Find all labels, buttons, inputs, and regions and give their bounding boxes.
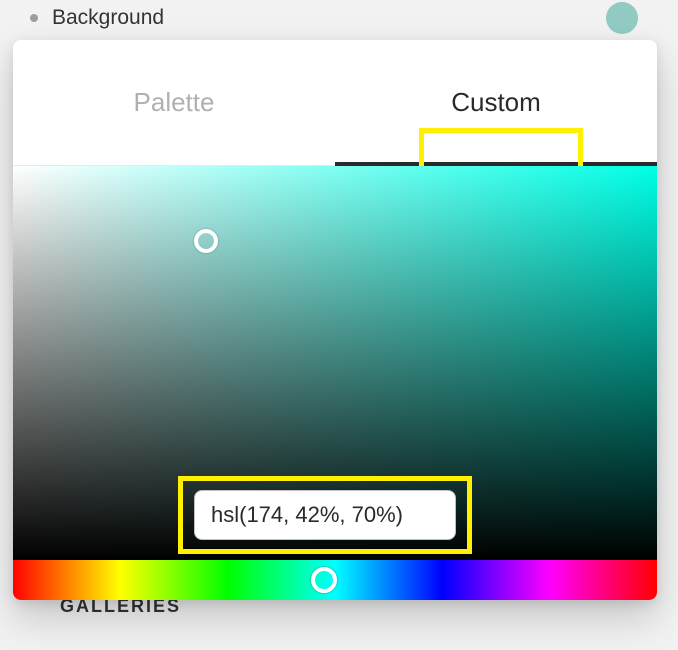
- hue-slider[interactable]: [13, 560, 657, 600]
- color-picker-popover: Palette Custom: [13, 40, 657, 600]
- tab-custom[interactable]: Custom: [335, 40, 657, 165]
- hue-thumb[interactable]: [311, 567, 337, 593]
- background-color-swatch[interactable]: [606, 2, 638, 34]
- saturation-value-panel[interactable]: [13, 166, 657, 560]
- tab-palette-label: Palette: [120, 81, 229, 124]
- bullet-icon: [30, 14, 38, 22]
- sv-thumb[interactable]: [194, 229, 218, 253]
- tab-custom-label: Custom: [437, 81, 555, 124]
- tutorial-highlight-color-value: [178, 476, 472, 554]
- color-value-input[interactable]: [194, 490, 456, 540]
- background-label: Background: [52, 6, 606, 30]
- background-row[interactable]: Background: [0, 0, 678, 34]
- tab-palette[interactable]: Palette: [13, 40, 335, 165]
- picker-tabs: Palette Custom: [13, 40, 657, 166]
